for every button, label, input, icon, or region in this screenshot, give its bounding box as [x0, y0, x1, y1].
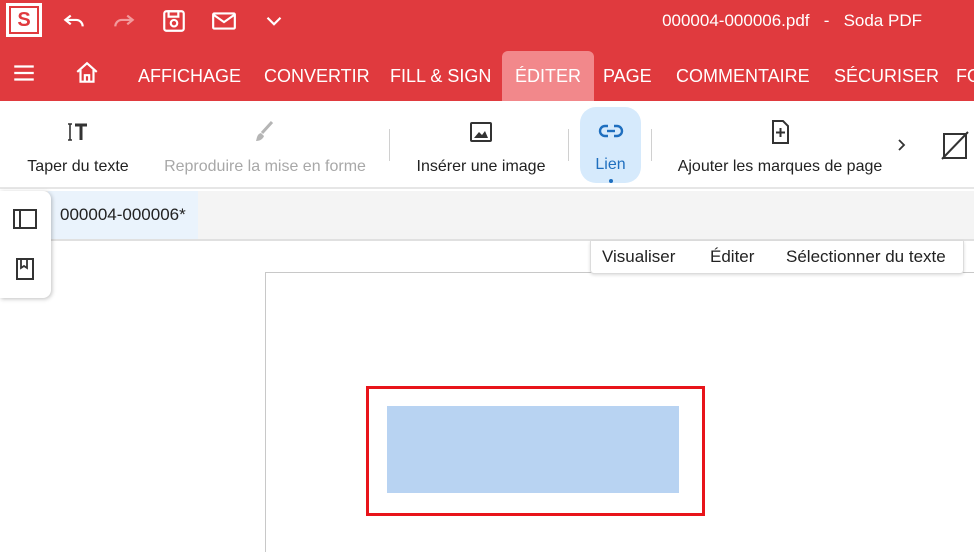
insert-image-button[interactable]: Insérer une image — [412, 101, 550, 189]
chevron-right-icon[interactable] — [893, 133, 911, 157]
logo-letter: S — [9, 6, 39, 34]
ribbon-tabs: AFFICHAGE CONVERTIR FILL & SIGN ÉDITER P… — [0, 42, 974, 101]
app-logo[interactable]: S — [6, 3, 42, 37]
mail-icon[interactable] — [208, 6, 240, 36]
file-name: 000004-000006.pdf — [662, 11, 810, 30]
app-name: Soda PDF — [843, 11, 922, 30]
edit-off-icon[interactable] — [940, 129, 970, 161]
insert-image-label: Insérer une image — [416, 158, 546, 175]
tab-affichage[interactable]: AFFICHAGE — [138, 51, 241, 101]
document-tab[interactable]: 000004-000006* — [48, 191, 198, 239]
title-separator: - — [823, 11, 830, 30]
format-painter-button[interactable]: Reproduire la mise en forme — [160, 101, 370, 189]
redo-icon[interactable] — [108, 6, 140, 36]
tab-fill-sign[interactable]: FILL & SIGN — [390, 51, 491, 101]
document-tabs-bar: 000004-000006* — [0, 191, 974, 241]
type-text-button[interactable]: Taper du texte — [22, 101, 134, 189]
select-text-mode-button[interactable]: Sélectionner du texte — [786, 247, 946, 267]
image-icon — [461, 112, 501, 152]
tab-commentaire[interactable]: COMMENTAIRE — [676, 51, 810, 101]
paintbrush-icon — [245, 112, 285, 152]
tab-page[interactable]: PAGE — [603, 51, 652, 101]
save-icon[interactable] — [158, 6, 190, 36]
home-icon[interactable] — [71, 58, 103, 88]
text-cursor-icon — [58, 112, 98, 152]
add-bookmarks-button[interactable]: Ajouter les marques de page — [674, 101, 886, 189]
edit-toolbar: Taper du texte Reproduire la mise en for… — [0, 101, 974, 189]
hamburger-menu-icon[interactable] — [8, 58, 40, 88]
tab-convertir[interactable]: CONVERTIR — [264, 51, 370, 101]
window-title: 000004-000006.pdf - Soda PDF — [662, 11, 922, 31]
undo-icon[interactable] — [58, 6, 90, 36]
tab-formulaires-truncated[interactable]: FO — [956, 51, 974, 101]
add-bookmarks-label: Ajouter les marques de page — [677, 158, 883, 175]
link-button[interactable]: Lien — [580, 107, 641, 183]
side-panel — [0, 191, 51, 298]
type-text-label: Taper du texte — [27, 158, 129, 175]
toolbar-divider — [389, 129, 390, 161]
edit-mode-button[interactable]: Éditer — [710, 247, 754, 267]
file-plus-icon — [760, 112, 800, 152]
active-indicator-dot — [608, 179, 613, 183]
toolbar-divider — [651, 129, 652, 161]
panel-toggle-icon[interactable] — [12, 206, 38, 232]
view-mode-bar: Visualiser Éditer Sélectionner du texte — [590, 241, 964, 274]
tab-securiser[interactable]: SÉCURISER — [834, 51, 939, 101]
format-painter-label: Reproduire la mise en forme — [164, 158, 366, 175]
bookmark-icon[interactable] — [12, 256, 38, 282]
toolbar-divider — [568, 129, 569, 161]
tab-editer[interactable]: ÉDITER — [502, 51, 595, 101]
title-bar: S 000004-000006.pdf - Soda PDF — [0, 0, 974, 42]
link-annotation-area[interactable] — [387, 406, 679, 493]
chevron-down-icon[interactable] — [258, 6, 290, 36]
view-mode-button[interactable]: Visualiser — [602, 247, 675, 267]
link-label: Lien — [595, 156, 626, 174]
link-icon — [591, 112, 631, 150]
